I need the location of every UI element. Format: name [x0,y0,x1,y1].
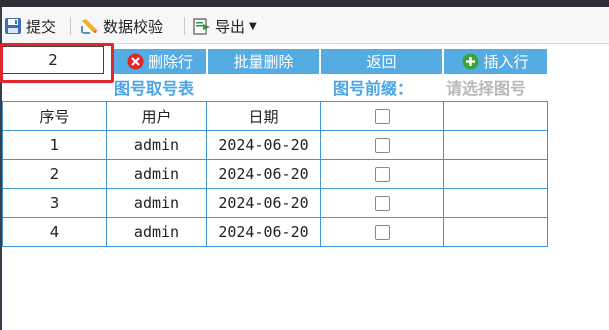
export-button[interactable]: 导出 ▼ [193,15,257,37]
cell-date: 2024-06-20 [206,130,321,160]
toolbar-divider [70,17,71,35]
cell-user: admin [106,159,207,189]
validate-button[interactable]: 数据校验 [81,15,163,37]
header-select [320,101,444,131]
red-x-circle-icon [127,53,144,70]
insert-row-label: 插入行 [483,53,529,71]
row-number-input[interactable] [2,46,104,74]
prefix-label: 图号前缀： [333,79,414,98]
cell-index: 2 [2,159,107,189]
cell-select [320,217,444,247]
data-table: 序号 用户 日期 1 admin 2024-06-20 2 admin 2024… [2,101,548,247]
green-plus-circle-icon [462,53,479,70]
cell-extra [443,130,548,160]
export-label: 导出 [215,17,246,36]
prefix-select[interactable]: 请选择图号 [446,77,546,101]
cell-date: 2024-06-20 [206,188,321,218]
header-date: 日期 [206,101,321,131]
table-row: 3 admin 2024-06-20 [2,188,548,218]
back-label: 返回 [366,53,397,71]
toolbar: 提交 数据校验 导出 ▼ [2,7,609,44]
row-checkbox[interactable] [374,138,390,153]
table-title: 图号取号表 [114,79,195,98]
floppy-disk-icon [4,17,22,35]
select-all-checkbox[interactable] [374,109,390,124]
cell-extra [443,159,548,189]
header-user: 用户 [106,101,207,131]
row-checkbox[interactable] [374,167,390,182]
cell-select [320,130,444,160]
cell-extra [443,217,548,247]
cell-user: admin [106,217,207,247]
app-window: 提交 数据校验 导出 ▼ 2 删除行 批量删除 返回 插入行 图号取号表 图号前… [0,0,609,330]
table-row: 2 admin 2024-06-20 [2,159,548,189]
cell-select [320,159,444,189]
cell-select [320,188,444,218]
delete-row-button[interactable]: 删除行 [114,49,206,74]
toolbar-divider [184,17,185,35]
table-row: 4 admin 2024-06-20 [2,217,548,247]
cell-extra [443,188,548,218]
cell-date: 2024-06-20 [206,159,321,189]
back-button[interactable]: 返回 [321,49,442,74]
header-index: 序号 [2,101,107,131]
table-row: 1 admin 2024-06-20 [2,130,548,160]
batch-delete-button[interactable]: 批量删除 [208,49,319,74]
export-icon [193,17,211,35]
validate-label: 数据校验 [103,17,164,36]
submit-button[interactable]: 提交 [4,15,56,37]
cell-user: admin [106,130,207,160]
cell-date: 2024-06-20 [206,217,321,247]
cell-index: 3 [2,188,107,218]
submit-label: 提交 [26,17,57,36]
window-top-edge [0,0,609,7]
cell-index: 4 [2,217,107,247]
row-checkbox[interactable] [374,225,390,240]
delete-row-label: 删除行 [147,53,193,71]
insert-row-button[interactable]: 插入行 [444,49,547,74]
table-header-row: 序号 用户 日期 [2,101,548,131]
pencil-ruler-icon [81,17,99,35]
cell-index: 1 [2,130,107,160]
header-extra [443,101,548,131]
row-checkbox[interactable] [374,196,390,211]
cell-user: admin [106,188,207,218]
caret-down-icon[interactable]: ▼ [249,21,257,32]
batch-delete-label: 批量删除 [233,53,294,71]
